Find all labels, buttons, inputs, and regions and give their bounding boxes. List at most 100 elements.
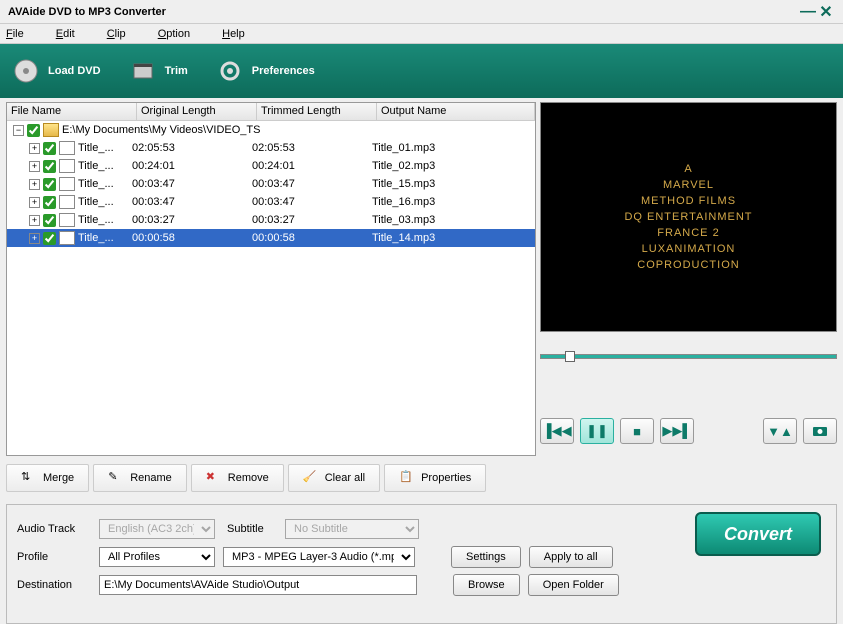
clearall-button[interactable]: 🧹Clear all	[288, 464, 380, 492]
preview-line: DQ ENTERTAINMENT	[624, 211, 752, 223]
applyall-button[interactable]: Apply to all	[529, 546, 613, 568]
settings-button[interactable]: Settings	[451, 546, 521, 568]
properties-icon: 📋	[399, 470, 415, 486]
file-icon	[59, 141, 75, 155]
preview-line: COPRODUCTION	[637, 259, 739, 271]
file-icon	[59, 231, 75, 245]
cell-title: Title_...	[78, 160, 132, 172]
next-button[interactable]: ▶▶▌	[660, 418, 694, 444]
cell-title: Title_...	[78, 214, 132, 226]
row-checkbox[interactable]	[43, 232, 56, 245]
profile-category-select[interactable]: All Profiles	[99, 547, 215, 567]
row-checkbox[interactable]	[43, 142, 56, 155]
prev-button[interactable]: ▐◀◀	[540, 418, 574, 444]
menu-edit[interactable]: Edit	[56, 28, 75, 40]
convert-button[interactable]: Convert	[695, 512, 821, 556]
row-checkbox[interactable]	[43, 160, 56, 173]
video-preview: A MARVEL METHOD FILMS DQ ENTERTAINMENT F…	[540, 102, 837, 332]
menu-file[interactable]: File	[6, 28, 24, 40]
cell-outname: Title_14.mp3	[372, 232, 439, 244]
preview-line: FRANCE 2	[657, 227, 719, 239]
tree-root[interactable]: − E:\My Documents\My Videos\VIDEO_TS	[7, 121, 535, 139]
subtitle-label: Subtitle	[227, 523, 277, 535]
toolbar: Load DVD Trim Preferences	[0, 44, 843, 98]
header-origlen[interactable]: Original Length	[137, 103, 257, 120]
subtitle-select[interactable]: No Subtitle	[285, 519, 419, 539]
cell-outname: Title_02.mp3	[372, 160, 439, 172]
preview-panel: A MARVEL METHOD FILMS DQ ENTERTAINMENT F…	[540, 102, 837, 456]
expand-icon[interactable]: +	[29, 179, 40, 190]
browse-button[interactable]: Browse	[453, 574, 520, 596]
minimize-button[interactable]: —	[799, 3, 817, 21]
table-row[interactable]: +Title_...00:03:2700:03:27Title_03.mp3	[7, 211, 535, 229]
row-checkbox[interactable]	[43, 196, 56, 209]
expand-icon[interactable]: +	[29, 233, 40, 244]
row-checkbox[interactable]	[43, 178, 56, 191]
file-icon	[59, 177, 75, 191]
row-checkbox[interactable]	[43, 214, 56, 227]
file-tree[interactable]: − E:\My Documents\My Videos\VIDEO_TS + Ti…	[7, 121, 535, 455]
root-checkbox[interactable]	[27, 124, 40, 137]
preview-line: A	[684, 163, 692, 175]
load-dvd-label: Load DVD	[48, 65, 101, 77]
fullscreen-button[interactable]: ▼▲	[763, 418, 797, 444]
menu-help[interactable]: Help	[222, 28, 245, 40]
audiotrack-label: Audio Track	[17, 523, 91, 535]
trim-label: Trim	[165, 65, 188, 77]
cell-title: Title_...	[78, 196, 132, 208]
preview-line: MARVEL	[663, 179, 714, 191]
merge-button[interactable]: ⇅Merge	[6, 464, 89, 492]
cell-title: Title_...	[78, 142, 132, 154]
gear-icon	[216, 57, 244, 85]
load-dvd-button[interactable]: Load DVD	[12, 57, 101, 85]
table-row[interactable]: +Title_...00:24:0100:24:01Title_02.mp3	[7, 157, 535, 175]
remove-button[interactable]: ✖Remove	[191, 464, 284, 492]
trim-button[interactable]: Trim	[129, 57, 188, 85]
table-row[interactable]: +Title_...00:03:4700:03:47Title_15.mp3	[7, 175, 535, 193]
collapse-icon[interactable]: −	[13, 125, 24, 136]
file-icon	[59, 213, 75, 227]
close-button[interactable]: ✕	[817, 2, 835, 22]
dvd-icon	[12, 57, 40, 85]
cell-outname: Title_16.mp3	[372, 196, 439, 208]
menu-clip[interactable]: Clip	[107, 28, 126, 40]
table-row[interactable]: +Title_...00:00:5800:00:58Title_14.mp3	[7, 229, 535, 247]
cell-origlen: 00:24:01	[132, 160, 252, 172]
broom-icon: 🧹	[303, 470, 319, 486]
expand-icon[interactable]: +	[29, 197, 40, 208]
header-filename[interactable]: File Name	[7, 103, 137, 120]
table-row[interactable]: +Title_...00:03:4700:03:47Title_16.mp3	[7, 193, 535, 211]
slider-track[interactable]	[540, 354, 837, 359]
header-outname[interactable]: Output Name	[377, 103, 535, 120]
rename-icon: ✎	[108, 470, 124, 486]
profile-format-select[interactable]: MP3 - MPEG Layer-3 Audio (*.mp3)	[223, 547, 415, 567]
destination-input[interactable]	[99, 575, 417, 595]
cell-trimlen: 00:24:01	[252, 160, 372, 172]
preferences-button[interactable]: Preferences	[216, 57, 315, 85]
cell-origlen: 02:05:53	[132, 142, 252, 154]
stop-button[interactable]: ■	[620, 418, 654, 444]
expand-icon[interactable]: +	[29, 143, 40, 154]
titlebar: AVAide DVD to MP3 Converter — ✕	[0, 0, 843, 24]
action-bar: ⇅Merge ✎Rename ✖Remove 🧹Clear all 📋Prope…	[0, 458, 843, 498]
expand-icon[interactable]: +	[29, 161, 40, 172]
table-row[interactable]: +Title_...02:05:5302:05:53Title_01.mp3	[7, 139, 535, 157]
slider-thumb[interactable]	[565, 351, 575, 362]
expand-icon[interactable]: +	[29, 215, 40, 226]
properties-button[interactable]: 📋Properties	[384, 464, 486, 492]
cell-title: Title_...	[78, 232, 132, 244]
header-trimlen[interactable]: Trimmed Length	[257, 103, 377, 120]
cell-trimlen: 00:00:58	[252, 232, 372, 244]
rename-button[interactable]: ✎Rename	[93, 464, 187, 492]
camera-icon	[812, 425, 828, 437]
pause-button[interactable]: ❚❚	[580, 418, 614, 444]
openfolder-button[interactable]: Open Folder	[528, 574, 619, 596]
audiotrack-select[interactable]: English (AC3 2ch)	[99, 519, 215, 539]
preview-line: METHOD FILMS	[641, 195, 736, 207]
trim-icon	[129, 57, 157, 85]
snapshot-button[interactable]	[803, 418, 837, 444]
menu-option[interactable]: Option	[158, 28, 190, 40]
file-icon	[59, 195, 75, 209]
cell-title: Title_...	[78, 178, 132, 190]
seek-slider[interactable]	[540, 344, 837, 368]
